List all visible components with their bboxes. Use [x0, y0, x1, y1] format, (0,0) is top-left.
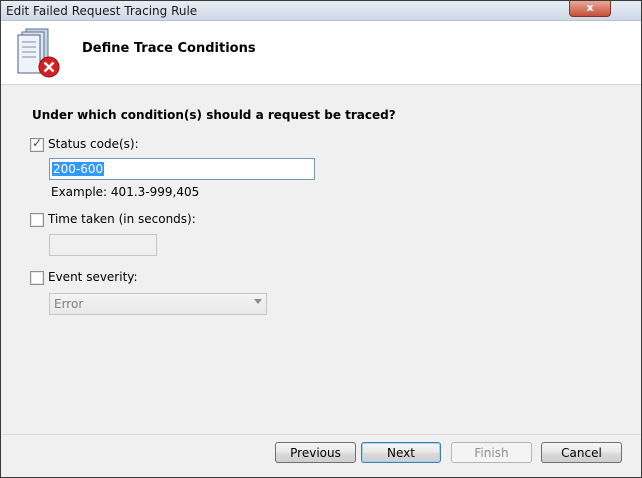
- time-taken-checkbox[interactable]: [30, 213, 44, 227]
- status-code-label: Status code(s):: [48, 137, 139, 151]
- previous-button[interactable]: Previous: [275, 442, 356, 463]
- wizard-header: Define Trace Conditions: [1, 21, 641, 85]
- page-title: Define Trace Conditions: [82, 41, 256, 56]
- event-severity-value: Error: [54, 297, 84, 311]
- dialog-window: Edit Failed Request Tracing Rule x Defin…: [0, 0, 642, 478]
- chevron-down-icon: [254, 299, 262, 304]
- footer-divider: [1, 434, 641, 435]
- status-code-example: Example: 401.3-999,405: [51, 185, 200, 199]
- status-code-checkbox[interactable]: ✓: [30, 136, 44, 152]
- time-taken-input[interactable]: [49, 234, 157, 256]
- status-code-input[interactable]: 200-600: [49, 158, 315, 180]
- window-title: Edit Failed Request Tracing Rule: [6, 4, 198, 18]
- document-error-icon: [17, 28, 60, 78]
- close-button[interactable]: x: [569, 1, 611, 17]
- title-bar: Edit Failed Request Tracing Rule x: [1, 1, 641, 21]
- event-severity-label: Event severity:: [48, 270, 138, 284]
- cancel-button[interactable]: Cancel: [541, 442, 622, 463]
- time-taken-label: Time taken (in seconds):: [48, 212, 196, 226]
- event-severity-select[interactable]: Error: [49, 293, 267, 315]
- checkmark-icon: ✓: [32, 136, 43, 150]
- finish-button[interactable]: Finish: [451, 442, 532, 463]
- condition-question: Under which condition(s) should a reques…: [32, 108, 396, 122]
- event-severity-checkbox[interactable]: [30, 271, 44, 285]
- next-button[interactable]: Next: [361, 442, 441, 463]
- close-icon: x: [586, 1, 594, 14]
- status-code-value: 200-600: [52, 162, 105, 176]
